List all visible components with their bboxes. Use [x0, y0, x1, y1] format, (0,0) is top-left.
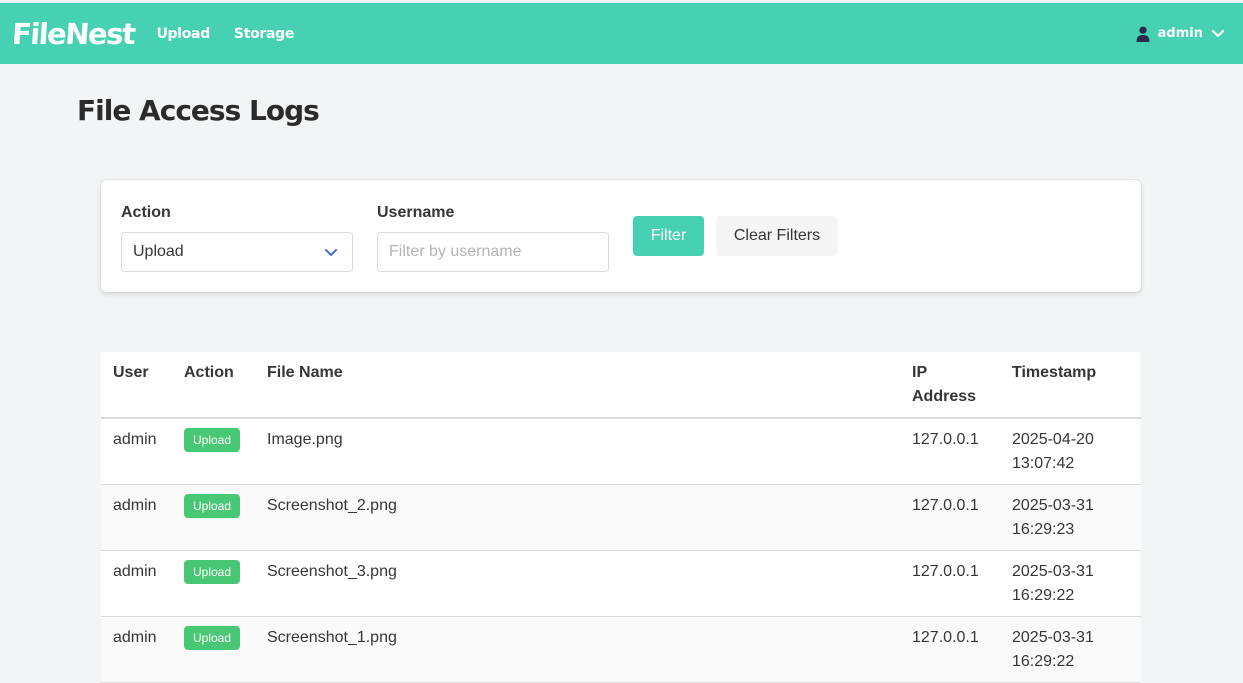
timestamp-date: 2025-03-31 — [1012, 563, 1094, 580]
timestamp-date: 2025-04-20 — [1012, 431, 1094, 448]
cell-file-name: Screenshot_3.png — [255, 550, 900, 617]
table-row: admin Upload Screenshot_1.png 127.0.0.1 … — [101, 616, 1141, 683]
user-icon — [1136, 26, 1150, 42]
username-input[interactable] — [377, 232, 609, 272]
username-label: Username — [377, 204, 455, 221]
filter-card: Action Upload Username Filter Clear Filt… — [101, 180, 1141, 292]
cell-file-name: Screenshot_1.png — [255, 616, 900, 683]
table-row: admin Upload Screenshot_3.png 127.0.0.1 … — [101, 550, 1141, 617]
action-tag: Upload — [184, 560, 241, 584]
cell-file-name: Screenshot_2.png — [255, 484, 900, 551]
cell-ip: 127.0.0.1 — [900, 484, 1000, 551]
timestamp-time: 13:07:42 — [1012, 455, 1075, 472]
header-user: User — [101, 352, 172, 419]
action-field: Action Upload — [121, 202, 353, 272]
table-header-row: User Action File Name IP Address Timesta… — [101, 352, 1141, 419]
table-row: admin Upload Image.png 127.0.0.1 2025-04… — [101, 418, 1141, 485]
cell-action: Upload — [172, 550, 255, 617]
timestamp-date: 2025-03-31 — [1012, 497, 1094, 514]
cell-timestamp: 2025-03-31 16:29:22 — [1000, 550, 1141, 617]
action-select[interactable]: Upload — [121, 232, 353, 272]
action-tag: Upload — [184, 494, 241, 518]
cell-timestamp: 2025-04-20 13:07:42 — [1000, 418, 1141, 485]
filter-button[interactable]: Filter — [633, 216, 704, 256]
header-file-name: File Name — [255, 352, 900, 419]
chevron-down-icon — [1211, 29, 1225, 37]
action-tag: Upload — [184, 428, 241, 452]
cell-action: Upload — [172, 418, 255, 485]
action-label: Action — [121, 204, 171, 221]
header-timestamp: Timestamp — [1000, 352, 1141, 419]
timestamp-date: 2025-03-31 — [1012, 629, 1094, 646]
cell-timestamp: 2025-03-31 16:29:22 — [1000, 616, 1141, 683]
action-tag: Upload — [184, 626, 241, 650]
cell-action: Upload — [172, 616, 255, 683]
cell-timestamp: 2025-03-31 16:29:23 — [1000, 484, 1141, 551]
page-title: File Access Logs — [77, 94, 320, 127]
cell-file-name: Image.png — [255, 418, 900, 485]
timestamp-time: 16:29:23 — [1012, 521, 1075, 538]
header-ip-address: IP Address — [900, 352, 1000, 419]
action-select-value: Upload — [133, 243, 184, 260]
cell-user: admin — [101, 418, 172, 485]
user-menu[interactable]: admin — [1136, 3, 1225, 64]
chevron-down-icon — [325, 249, 337, 256]
top-navbar: FileNest Upload Storage admin — [0, 3, 1243, 64]
cell-user: admin — [101, 616, 172, 683]
cell-ip: 127.0.0.1 — [900, 418, 1000, 485]
brand-logo[interactable]: FileNest — [11, 17, 136, 51]
cell-ip: 127.0.0.1 — [900, 616, 1000, 683]
user-menu-label: admin — [1157, 26, 1203, 41]
header-action: Action — [172, 352, 255, 419]
nav-link-storage[interactable]: Storage — [234, 26, 294, 42]
clear-filters-button[interactable]: Clear Filters — [716, 216, 838, 256]
cell-action: Upload — [172, 484, 255, 551]
cell-user: admin — [101, 550, 172, 617]
timestamp-time: 16:29:22 — [1012, 653, 1075, 670]
cell-ip: 127.0.0.1 — [900, 550, 1000, 617]
cell-user: admin — [101, 484, 172, 551]
username-field: Username — [377, 202, 609, 272]
timestamp-time: 16:29:22 — [1012, 587, 1075, 604]
access-log-table: User Action File Name IP Address Timesta… — [101, 352, 1141, 683]
table-row: admin Upload Screenshot_2.png 127.0.0.1 … — [101, 484, 1141, 551]
nav-link-upload[interactable]: Upload — [156, 26, 210, 42]
